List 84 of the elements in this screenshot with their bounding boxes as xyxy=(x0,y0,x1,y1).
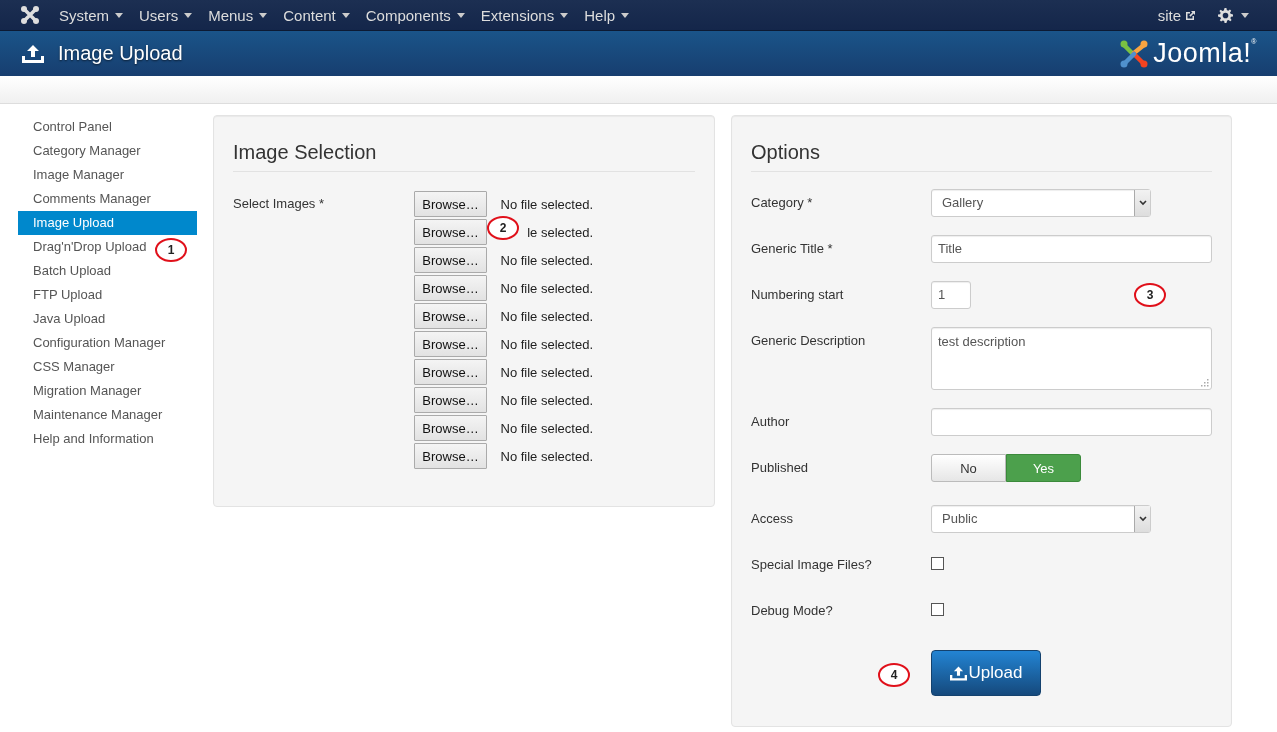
sidebar-item[interactable]: FTP Upload xyxy=(18,283,103,307)
field-label: Select Images * xyxy=(233,195,326,213)
sidebar-item[interactable]: Category Manager xyxy=(18,139,141,163)
chevron-down-icon xyxy=(1138,200,1147,206)
joomla-icon[interactable] xyxy=(20,5,40,25)
field-label: Published xyxy=(751,459,810,475)
logo-icon xyxy=(1119,38,1150,69)
panel-title: Image Selection xyxy=(233,141,695,172)
file-status: No file selected. xyxy=(500,448,593,464)
menu-item[interactable]: Help xyxy=(576,0,638,30)
caret-icon[interactable] xyxy=(1241,12,1249,18)
file-status: No file selected. xyxy=(500,364,593,380)
menu-item[interactable]: Components xyxy=(357,0,473,30)
text-field[interactable]: Title xyxy=(931,235,1212,263)
settings-icon[interactable] xyxy=(1218,7,1233,23)
sidebar-item[interactable]: Migration Manager xyxy=(18,379,142,403)
field-label: Debug Mode? xyxy=(751,602,834,618)
sidebar-item[interactable]: Image Manager xyxy=(18,163,125,187)
caret-icon[interactable] xyxy=(115,12,123,18)
caret-icon[interactable] xyxy=(456,12,465,18)
file-status: No file selected. xyxy=(500,420,593,436)
file-status: No file selected. xyxy=(500,196,593,212)
upload-button[interactable]: Upload xyxy=(931,650,1041,696)
checkbox[interactable] xyxy=(931,603,944,616)
menu-item[interactable]: System xyxy=(51,0,131,30)
site-link[interactable]: site xyxy=(1157,6,1181,24)
field-label: Generic Description xyxy=(751,332,867,348)
file-status: No file selected. xyxy=(500,336,593,352)
sidebar-item[interactable]: Batch Upload xyxy=(18,259,112,283)
browse-button[interactable]: Browse… xyxy=(414,331,487,357)
select-field[interactable]: Gallery xyxy=(931,189,1151,217)
sidebar-item[interactable]: Image Upload xyxy=(18,211,197,235)
browse-button[interactable]: Browse… xyxy=(414,303,487,329)
menu-item[interactable]: Content xyxy=(275,0,358,30)
browse-button[interactable]: Browse… xyxy=(414,275,487,301)
sidebar-item[interactable]: Help and Information xyxy=(18,427,154,451)
caret-icon[interactable] xyxy=(184,12,193,18)
sidebar-item[interactable]: Configuration Manager xyxy=(18,331,166,355)
field-label: Special Image Files? xyxy=(751,556,873,572)
caret-icon[interactable] xyxy=(560,12,569,18)
file-status: le selected. xyxy=(527,224,593,240)
field-label: Author xyxy=(751,413,791,429)
browse-button[interactable]: Browse… xyxy=(414,443,487,469)
menu-item[interactable]: Extensions xyxy=(472,0,577,30)
logo-wordmark: Joomla!$^{®}$ xyxy=(1153,38,1257,69)
panel-title: Options xyxy=(751,141,1212,172)
page-title: Image Upload xyxy=(58,42,183,65)
resize-grip-icon[interactable] xyxy=(1201,379,1209,387)
browse-button[interactable]: Browse… xyxy=(414,191,487,217)
menu-item[interactable]: Menus xyxy=(200,0,276,30)
file-status: No file selected. xyxy=(500,308,593,324)
upload-icon xyxy=(22,44,44,63)
text-field[interactable] xyxy=(931,408,1212,436)
sidebar-item[interactable]: Java Upload xyxy=(18,307,106,331)
sidebar-item[interactable]: Drag'n'Drop Upload xyxy=(18,235,147,259)
file-status: No file selected. xyxy=(500,252,593,268)
select-field[interactable]: Public xyxy=(931,505,1151,533)
toggle-option[interactable]: No xyxy=(931,454,1006,482)
browse-button[interactable]: Browse… xyxy=(414,359,487,385)
field-label: Access xyxy=(751,510,794,526)
caret-icon[interactable] xyxy=(341,12,350,18)
sidebar-item[interactable]: Comments Manager xyxy=(18,187,151,211)
sidebar-item[interactable]: CSS Manager xyxy=(18,355,115,379)
caret-icon[interactable] xyxy=(259,12,268,18)
field-label: Generic Title * xyxy=(751,240,834,256)
textarea-field[interactable]: test description xyxy=(931,327,1212,390)
number-field[interactable]: 1 xyxy=(931,281,971,309)
file-status: No file selected. xyxy=(500,392,593,408)
field-label: Numbering start xyxy=(751,286,845,302)
chevron-down-icon xyxy=(1138,516,1147,522)
callout-number: 1 xyxy=(155,238,187,262)
file-status: No file selected. xyxy=(500,280,593,296)
external-link-icon[interactable] xyxy=(1185,9,1196,21)
menu-item[interactable]: Users xyxy=(131,0,201,30)
browse-button[interactable]: Browse… xyxy=(414,219,487,245)
sidebar-item[interactable]: Control Panel xyxy=(18,115,112,139)
caret-icon[interactable] xyxy=(621,12,630,18)
browse-button[interactable]: Browse… xyxy=(414,247,487,273)
field-label: Category * xyxy=(751,194,814,210)
upload-icon xyxy=(949,665,967,681)
browse-button[interactable]: Browse… xyxy=(414,415,487,441)
sidebar-item[interactable]: Maintenance Manager xyxy=(18,403,163,427)
checkbox[interactable] xyxy=(931,557,944,570)
browse-button[interactable]: Browse… xyxy=(414,387,487,413)
